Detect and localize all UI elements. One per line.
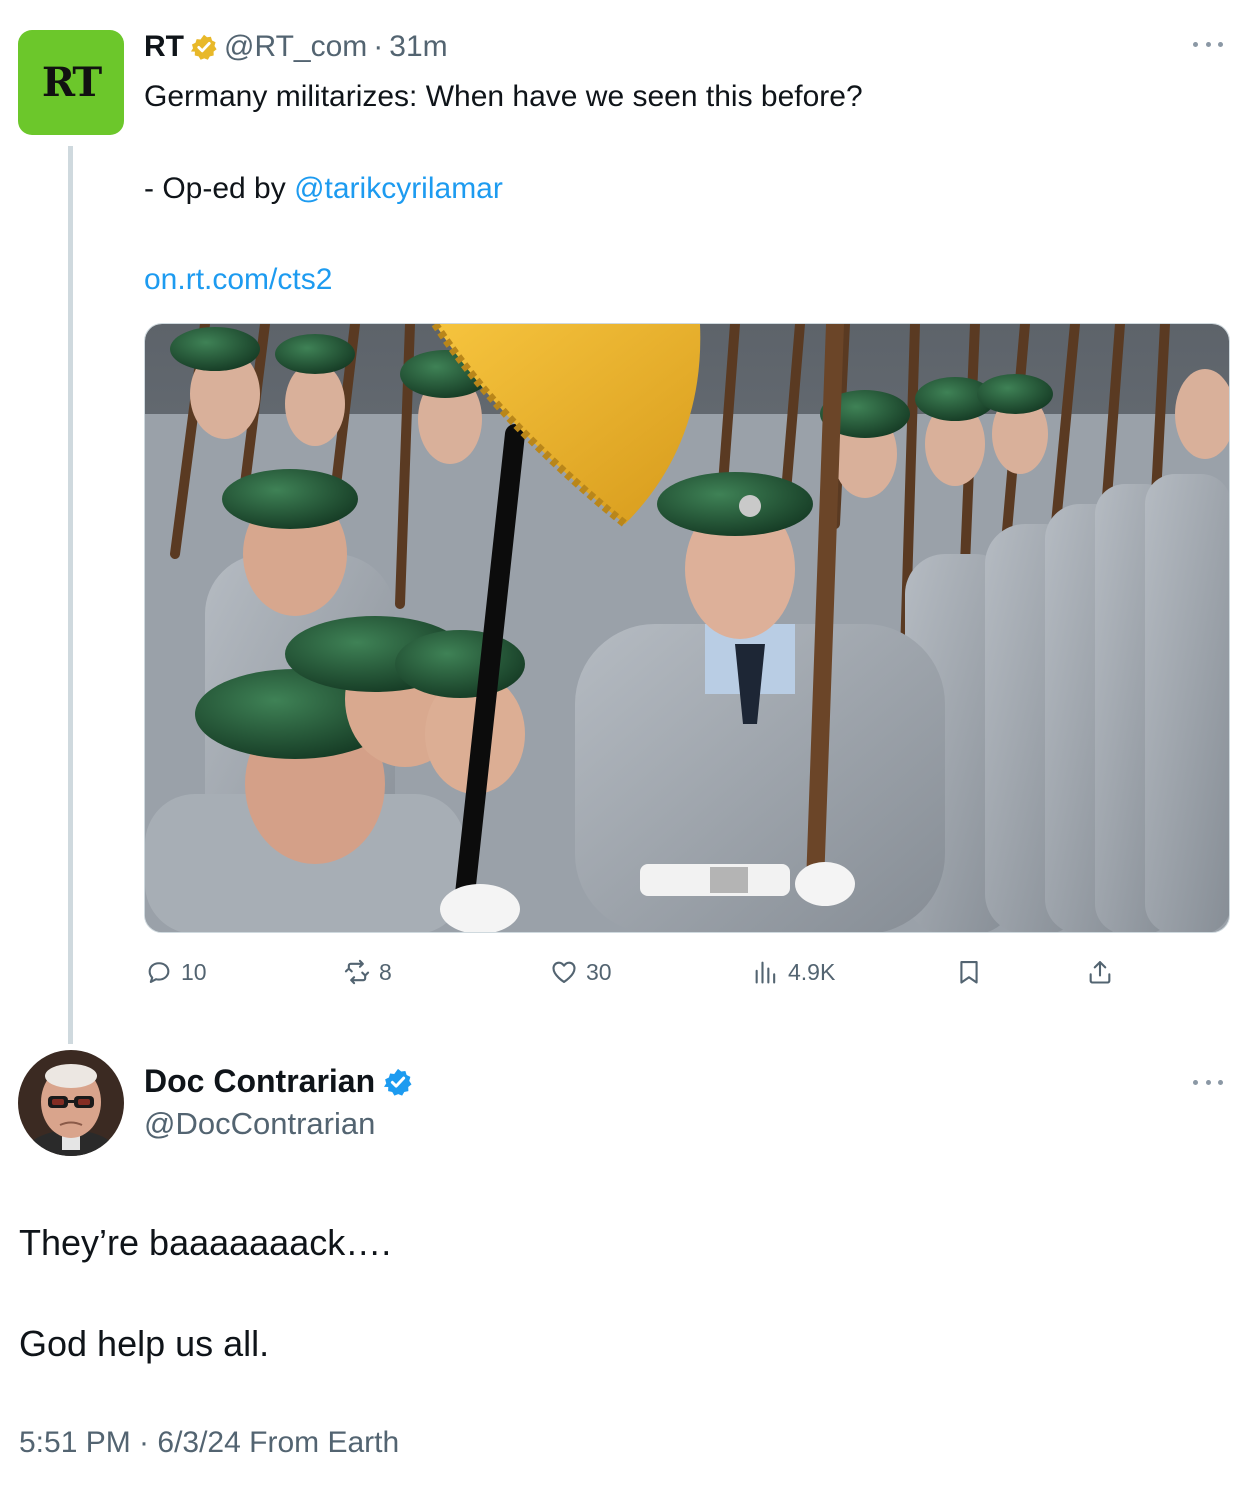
rt-avatar[interactable]: RT (18, 30, 124, 135)
tweet-time[interactable]: 31m (389, 30, 447, 64)
more-options-icon[interactable] (1193, 42, 1223, 52)
article-link[interactable]: on.rt.com/cts2 (144, 260, 332, 300)
verified-blue-badge-icon (384, 1068, 412, 1096)
bookmark-button[interactable] (955, 956, 991, 988)
thread-connector-line (68, 146, 73, 1044)
mention-link[interactable]: @tarikcyrilamar (294, 172, 503, 205)
repost-button[interactable]: 8 (343, 956, 392, 988)
tweet-text-line: Germany militarizes: When have we seen t… (144, 80, 863, 113)
author-name[interactable]: RT (144, 30, 184, 64)
soldiers-photo (145, 324, 1229, 932)
author-handle[interactable]: @RT_com (224, 30, 367, 64)
reply-text-line-2: God help us all. (19, 1323, 270, 1364)
rt-avatar-logo: RT (41, 59, 102, 106)
share-button[interactable] (1086, 956, 1122, 988)
reply-author-name[interactable]: Doc Contrarian (144, 1063, 375, 1100)
separator-dot: · (373, 30, 384, 63)
oped-prefix: - Op-ed by (144, 172, 295, 205)
like-button[interactable]: 30 (550, 956, 612, 988)
verified-gold-badge-icon (190, 34, 217, 60)
heart-icon (552, 961, 576, 983)
like-count: 30 (586, 958, 612, 985)
repost-count: 8 (379, 958, 392, 985)
avatar-portrait (18, 1050, 124, 1156)
parent-tweet-header: RT @RT_com · 31m (144, 27, 448, 67)
tweet-media-image[interactable] (144, 323, 1230, 933)
reply-more-options-icon[interactable] (1193, 1080, 1223, 1090)
reply-author-handle[interactable]: @DocContrarian (144, 1106, 375, 1142)
repost-icon (344, 959, 370, 985)
oped-line: - Op-ed by @tarikcyrilamar (144, 169, 503, 209)
reply-author-header: Doc Contrarian (144, 1063, 413, 1100)
share-icon (1089, 961, 1111, 984)
views-chart-icon (755, 961, 776, 984)
reply-button[interactable]: 10 (145, 956, 207, 988)
views-button[interactable]: 4.9K (752, 956, 835, 988)
tweet-timestamp-meta[interactable]: 5:51 PM · 6/3/24 From Earth (19, 1426, 399, 1460)
reply-icon (148, 962, 170, 983)
doc-contrarian-avatar[interactable] (18, 1050, 124, 1156)
reply-count: 10 (181, 958, 207, 985)
views-count: 4.9K (788, 958, 836, 985)
reply-text-line-1: They’re baaaaaaack…. (19, 1222, 392, 1263)
bookmark-icon (960, 961, 978, 984)
